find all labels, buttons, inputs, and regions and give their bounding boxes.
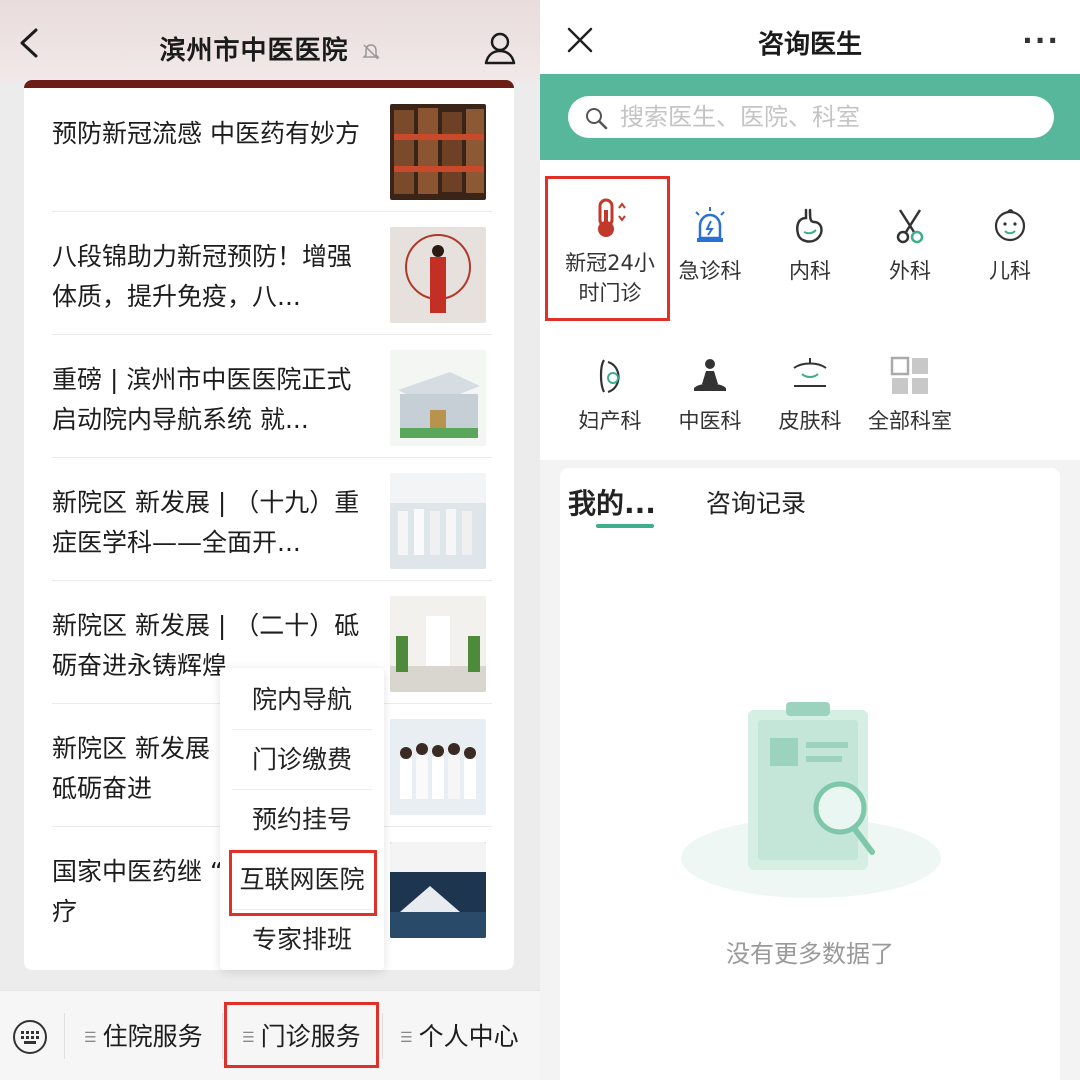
page-title: 咨询医生 bbox=[757, 30, 862, 60]
article-thumbnail bbox=[390, 227, 486, 323]
department-all[interactable]: 全部科室 bbox=[860, 354, 960, 436]
article-title: 新院区 新发展 | （十九）重症医学科——全面开... bbox=[52, 488, 360, 557]
department-label: 儿科 bbox=[989, 259, 1031, 283]
department-label: 皮肤科 bbox=[778, 409, 842, 433]
highlight-box-internet-hospital bbox=[229, 850, 377, 916]
department-label: 全部科室 bbox=[868, 409, 952, 433]
search-bar[interactable] bbox=[568, 96, 1054, 138]
article-thumbnail bbox=[390, 842, 486, 938]
article-list-accent-bar bbox=[24, 80, 514, 88]
department-pediatrics[interactable]: 儿科 bbox=[960, 204, 1060, 286]
article-item[interactable]: 预防新冠流感 中医药有妙方 bbox=[52, 90, 492, 212]
department-label: 中医科 bbox=[678, 409, 742, 433]
account-header: 滨州市中医医院 bbox=[0, 0, 540, 82]
account-title-text: 滨州市中医医院 bbox=[159, 36, 349, 66]
meditation-icon bbox=[694, 359, 726, 391]
department-grid: 新冠24小时门诊 急诊科 内科 外科 儿科 妇产科 中医科 皮肤科 全部科室 bbox=[540, 160, 1080, 460]
menu-inpatient-services[interactable]: ☰ 住院服务 bbox=[84, 1019, 203, 1055]
department-tcm[interactable]: 中医科 bbox=[660, 354, 760, 436]
department-internal-medicine[interactable]: 内科 bbox=[760, 204, 860, 286]
tab-my[interactable]: 我的... bbox=[568, 482, 656, 522]
department-label: 外科 bbox=[889, 259, 931, 283]
menu-personal-center[interactable]: ☰ 个人中心 bbox=[400, 1019, 519, 1055]
search-icon bbox=[586, 108, 608, 130]
article-thumbnail bbox=[390, 719, 486, 815]
department-surgery[interactable]: 外科 bbox=[860, 204, 960, 286]
menu-lines-icon: ☰ bbox=[400, 1030, 413, 1046]
department-dermatology[interactable]: 皮肤科 bbox=[760, 354, 860, 436]
menu-separator bbox=[382, 1013, 383, 1059]
department-label: 内科 bbox=[789, 259, 831, 283]
consult-doctor-panel: 咨询医生 ··· 新冠24小时门诊 bbox=[540, 0, 1080, 1080]
emergency-siren-icon bbox=[695, 207, 725, 242]
article-thumbnail bbox=[390, 104, 486, 200]
stomach-icon bbox=[796, 208, 823, 243]
department-label: 急诊科 bbox=[678, 259, 742, 283]
article-title: 预防新冠流感 中医药有妙方 bbox=[52, 119, 360, 148]
menu-label: 个人中心 bbox=[418, 1022, 519, 1051]
menu-label: 住院服务 bbox=[102, 1022, 203, 1051]
department-emergency[interactable]: 急诊科 bbox=[660, 204, 760, 286]
baby-face-icon bbox=[994, 209, 1026, 242]
tab-consult-records[interactable]: 咨询记录 bbox=[706, 484, 806, 520]
profile-icon[interactable] bbox=[482, 30, 518, 66]
empty-clipboard-illustration bbox=[681, 702, 941, 898]
article-title: 重磅 | 滨州市中医医院正式启动院内导航系统 就... bbox=[52, 365, 352, 434]
highlight-box-outpatient-services bbox=[224, 1002, 379, 1068]
outpatient-submenu: 院内导航 门诊缴费 预约挂号 互联网医院 专家排班 bbox=[220, 668, 384, 970]
article-title: 八段锦助力新冠预防！增强体质，提升免疫，八... bbox=[52, 242, 353, 311]
search-band bbox=[540, 74, 1080, 160]
menu-lines-icon: ☰ bbox=[84, 1030, 97, 1046]
active-tab-indicator bbox=[596, 524, 654, 528]
keyboard-icon[interactable] bbox=[12, 1019, 48, 1055]
submenu-item-appointment[interactable]: 预约挂号 bbox=[232, 790, 372, 850]
menu-separator bbox=[64, 1013, 65, 1059]
submenu-item-indoor-navigation[interactable]: 院内导航 bbox=[232, 670, 372, 730]
department-label: 妇产科 bbox=[578, 409, 642, 433]
scissors-icon bbox=[896, 209, 924, 244]
wechat-official-account-panel: 滨州市中医医院 预防新冠流感 中医药有妙方 八段锦助力新冠预防！增强体质，提升免… bbox=[0, 0, 540, 1080]
consultation-tabs-card: 我的... 咨询记录 没有更多数据了 bbox=[560, 468, 1060, 1080]
grid-icon bbox=[890, 356, 928, 394]
pregnancy-icon bbox=[599, 359, 620, 394]
search-input[interactable] bbox=[620, 102, 1040, 132]
consult-header: 咨询医生 ··· bbox=[540, 0, 1080, 74]
more-options-icon[interactable]: ··· bbox=[1022, 24, 1060, 57]
article-thumbnail bbox=[390, 596, 486, 692]
submenu-item-expert-schedule[interactable]: 专家排班 bbox=[232, 910, 372, 970]
menu-separator bbox=[222, 1013, 223, 1059]
muted-bell-icon bbox=[361, 43, 380, 60]
article-item[interactable]: 新院区 新发展 | （十九）重症医学科——全面开... bbox=[52, 459, 492, 581]
empty-state-text: 没有更多数据了 bbox=[726, 940, 894, 968]
submenu-item-outpatient-payment[interactable]: 门诊缴费 bbox=[232, 730, 372, 790]
article-thumbnail bbox=[390, 473, 486, 569]
highlight-box-covid-24h bbox=[545, 176, 670, 321]
article-item[interactable]: 八段锦助力新冠预防！增强体质，提升免疫，八... bbox=[52, 213, 492, 335]
skin-icon bbox=[793, 358, 827, 387]
article-thumbnail bbox=[390, 350, 486, 446]
article-item[interactable]: 重磅 | 滨州市中医医院正式启动院内导航系统 就... bbox=[52, 336, 492, 458]
department-obstetrics-gynecology[interactable]: 妇产科 bbox=[560, 354, 660, 436]
account-title: 滨州市中医医院 bbox=[0, 30, 540, 67]
